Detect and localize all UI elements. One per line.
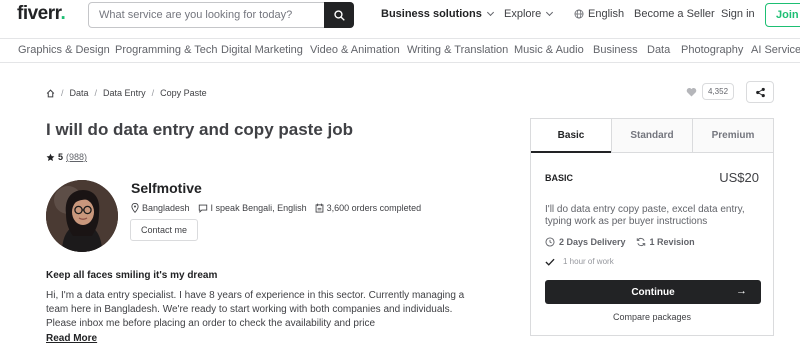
- tab-standard[interactable]: Standard: [611, 119, 692, 153]
- search-icon: [333, 9, 345, 21]
- seller-orders-text: 3,600 orders completed: [326, 203, 422, 213]
- language-label: English: [588, 8, 625, 20]
- gig-title: I will do data entry and copy paste job: [46, 120, 353, 139]
- seller-languages-text: I speak Bengali, English: [210, 203, 307, 213]
- star-icon: [46, 153, 55, 161]
- read-more-link[interactable]: Read More: [46, 333, 97, 344]
- seller-name[interactable]: Selfmotive: [131, 180, 202, 196]
- gig-rating: 5 (988): [46, 152, 87, 162]
- search-button[interactable]: [324, 2, 354, 28]
- seller-country-text: Bangladesh: [142, 203, 190, 213]
- package-name: BASIC: [545, 173, 574, 183]
- category-business[interactable]: Business: [593, 44, 638, 56]
- gig-tagline: Keep all faces smiling it's my dream: [46, 270, 218, 281]
- arrow-right-icon: →: [736, 285, 747, 297]
- category-video-animation[interactable]: Video & Animation: [310, 44, 400, 56]
- continue-label: Continue: [631, 286, 675, 298]
- share-icon: [755, 87, 765, 97]
- share-button[interactable]: [746, 81, 774, 103]
- rating-score: 5: [58, 152, 64, 162]
- delivery-time-text: 2 Days Delivery: [559, 237, 626, 247]
- seller-meta: Bangladesh I speak Bengali, English 3,60…: [131, 203, 429, 213]
- breadcrumb-copy-paste[interactable]: Copy Paste: [160, 88, 207, 98]
- package-include-text: 1 hour of work: [563, 257, 614, 266]
- chevron-down-icon: [486, 8, 494, 17]
- sign-in-link[interactable]: Sign in: [721, 8, 755, 20]
- location-pin-icon: [131, 203, 139, 213]
- orders-icon: [315, 203, 323, 213]
- contact-me-button[interactable]: Contact me: [130, 219, 198, 241]
- breadcrumb-separator: /: [61, 88, 64, 98]
- package-tabs: Basic Standard Premium: [531, 119, 773, 153]
- category-photography[interactable]: Photography: [681, 44, 743, 56]
- logo-dot: .: [60, 3, 66, 24]
- join-button[interactable]: Join: [765, 3, 800, 27]
- package-panel: Basic Standard Premium BASIC US$20 I'll …: [530, 118, 774, 336]
- review-count[interactable]: (988): [66, 152, 87, 162]
- package-price: US$20: [719, 170, 759, 185]
- package-features: 2 Days Delivery 1 Revision: [545, 237, 705, 247]
- category-writing-translation[interactable]: Writing & Translation: [407, 44, 508, 56]
- category-data[interactable]: Data: [647, 44, 670, 56]
- category-music-audio[interactable]: Music & Audio: [514, 44, 584, 56]
- speech-bubble-icon: [198, 204, 207, 213]
- search-bar: [88, 2, 354, 28]
- breadcrumb-separator: /: [151, 88, 155, 98]
- breadcrumb-separator: /: [94, 88, 98, 98]
- tab-basic[interactable]: Basic: [531, 119, 611, 153]
- category-ai-services[interactable]: AI Services: [751, 44, 800, 56]
- chevron-down-icon: [546, 8, 554, 17]
- refresh-icon: [636, 237, 645, 247]
- seller-languages: I speak Bengali, English: [198, 203, 307, 213]
- gig-description: Hi, I'm a data entry specialist. I have …: [46, 290, 465, 329]
- explore-label: Explore: [504, 8, 542, 20]
- tab-premium[interactable]: Premium: [692, 119, 773, 153]
- globe-icon: [574, 9, 584, 19]
- seller-country: Bangladesh: [131, 203, 190, 213]
- breadcrumb-data-entry[interactable]: Data Entry: [103, 88, 146, 98]
- package-description: I'll do data entry copy paste, excel dat…: [545, 204, 745, 227]
- package-include: 1 hour of work: [545, 257, 614, 266]
- breadcrumb: / Data / Data Entry / Copy Paste: [46, 88, 207, 98]
- category-digital-marketing[interactable]: Digital Marketing: [221, 44, 303, 56]
- fiverr-logo[interactable]: fiverr.: [17, 3, 66, 25]
- category-programming-tech[interactable]: Programming & Tech: [115, 44, 218, 56]
- continue-button[interactable]: Continue →: [545, 280, 761, 304]
- top-header: fiverr. Business solutions Explore Engli…: [0, 0, 800, 30]
- likes-count: 4,352: [702, 83, 735, 100]
- revisions: 1 Revision: [636, 237, 695, 247]
- language-selector[interactable]: English: [574, 8, 624, 20]
- heart-icon[interactable]: [686, 87, 697, 97]
- save-to-list[interactable]: 4,352: [686, 83, 735, 100]
- seller-orders: 3,600 orders completed: [315, 203, 422, 213]
- become-seller-link[interactable]: Become a Seller: [634, 8, 715, 20]
- clock-icon: [545, 237, 555, 247]
- revisions-text: 1 Revision: [649, 237, 695, 247]
- seller-avatar[interactable]: [46, 180, 118, 252]
- compare-packages-link[interactable]: Compare packages: [531, 312, 773, 322]
- checkmark-icon: [545, 258, 555, 266]
- delivery-time: 2 Days Delivery: [545, 237, 626, 247]
- business-solutions-menu[interactable]: Business solutions: [381, 8, 494, 20]
- category-graphics-design[interactable]: Graphics & Design: [18, 44, 110, 56]
- category-nav: Graphics & Design Programming & Tech Dig…: [0, 38, 800, 63]
- explore-menu[interactable]: Explore: [504, 8, 554, 20]
- search-input[interactable]: [89, 3, 325, 27]
- logo-text: fiverr: [17, 3, 61, 24]
- home-icon[interactable]: [46, 88, 55, 98]
- breadcrumb-data[interactable]: Data: [70, 88, 89, 98]
- business-solutions-label: Business solutions: [381, 8, 482, 20]
